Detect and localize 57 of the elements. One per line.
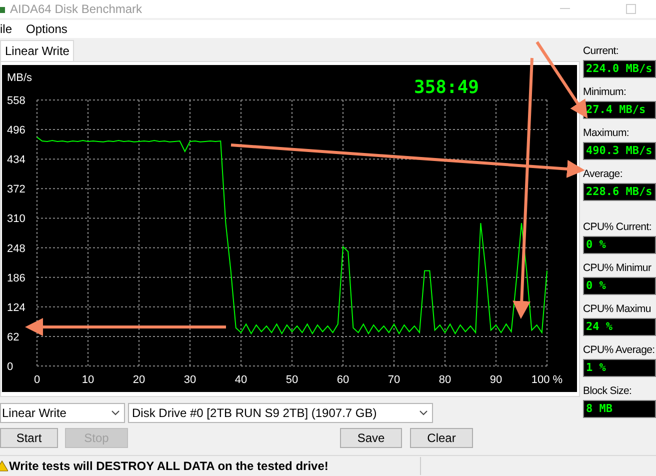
stat-label: CPU% Minimur bbox=[583, 261, 652, 276]
x-axis-label: 10 bbox=[82, 374, 94, 386]
button[interactable]: Start bbox=[0, 428, 58, 448]
stat-value: 224.0 MB/s bbox=[583, 60, 656, 78]
y-axis-label: 558 bbox=[7, 95, 26, 107]
stat-label: Average: bbox=[583, 167, 624, 182]
menu-item[interactable]: Options bbox=[26, 20, 68, 38]
y-axis-label: 0 bbox=[7, 361, 14, 373]
y-axis-label: 186 bbox=[7, 272, 26, 284]
stat-label: CPU% Current: bbox=[583, 220, 652, 235]
stat-label: CPU% Average: bbox=[583, 343, 656, 358]
stat-label: Block Size: bbox=[583, 384, 633, 399]
x-axis-label: 80 bbox=[438, 374, 452, 386]
stat-value: 27.4 MB/s bbox=[583, 101, 656, 119]
stat-label: Maximum: bbox=[583, 126, 630, 141]
y-axis-label: 62 bbox=[7, 331, 20, 344]
button[interactable]: Clear bbox=[410, 428, 473, 448]
stat-value: 1 % bbox=[583, 359, 656, 377]
stat-label: Minimum: bbox=[583, 85, 628, 100]
y-axis-label: 310 bbox=[7, 213, 26, 226]
chevron-icon bbox=[419, 410, 428, 416]
stat-value: 0 % bbox=[583, 277, 656, 295]
x-axis-label: 0 bbox=[34, 374, 40, 386]
window-title: AIDA64 Disk Benchmark bbox=[10, 1, 142, 18]
menu-item[interactable]: ile bbox=[0, 20, 12, 38]
button[interactable]: Save bbox=[340, 428, 402, 448]
x-axis-label: 40 bbox=[234, 374, 248, 386]
y-axis-label: 124 bbox=[7, 302, 26, 314]
tab[interactable]: Linear Write bbox=[0, 40, 74, 61]
x-axis-label: 30 bbox=[184, 374, 196, 386]
y-axis-label: 248 bbox=[7, 242, 26, 255]
y-axis-label: 496 bbox=[7, 124, 26, 137]
chevron-icon bbox=[111, 410, 120, 416]
x-axis-label: 50 bbox=[286, 374, 298, 386]
elapsed-timer: 358:49 bbox=[414, 77, 480, 98]
y-axis-title: MB/s bbox=[7, 72, 32, 84]
stat-label: CPU% Maximu bbox=[583, 302, 652, 317]
stat-value: 24 % bbox=[583, 318, 656, 336]
stat-value: 0 % bbox=[583, 236, 656, 254]
stat-value: 228.6 MB/s bbox=[583, 183, 656, 201]
x-axis-label: 70 bbox=[388, 374, 400, 386]
x-axis-label: 20 bbox=[132, 374, 146, 386]
status-message: Write tests will DESTROY ALL DATA on the tested drive! bbox=[9, 458, 330, 475]
warning-icon bbox=[0, 460, 8, 472]
y-axis-label: 372 bbox=[7, 184, 26, 196]
maximize-icon[interactable] bbox=[626, 4, 636, 14]
stat-value: 8 MB bbox=[583, 400, 656, 418]
stat-value: 490.3 MB/s bbox=[583, 142, 656, 160]
x-axis-label: 100 % bbox=[531, 374, 563, 386]
app-icon bbox=[0, 4, 6, 14]
x-axis-label: 60 bbox=[336, 374, 350, 386]
y-axis-label: 434 bbox=[7, 154, 26, 166]
drive-dropdown[interactable]: Disk Drive #0 [2TB RUN S9 2TB] (1907.7 GB) bbox=[128, 403, 433, 423]
x-axis-label: 90 bbox=[490, 374, 502, 386]
test-type-dropdown[interactable]: Linear Write bbox=[0, 403, 125, 423]
stat-label: Current: bbox=[583, 44, 620, 59]
minimize-icon[interactable] bbox=[560, 8, 570, 10]
